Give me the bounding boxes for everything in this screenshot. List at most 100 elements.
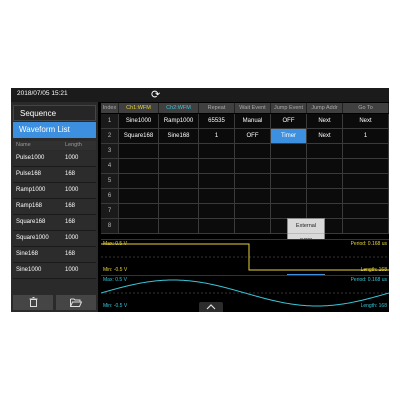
- table-cell[interactable]: [343, 219, 389, 234]
- table-cell[interactable]: [199, 204, 235, 219]
- row-index: 8: [101, 219, 119, 234]
- table-cell[interactable]: [343, 189, 389, 204]
- table-cell[interactable]: [235, 174, 271, 189]
- delete-button[interactable]: [13, 295, 53, 310]
- table-cell[interactable]: [343, 159, 389, 174]
- table-cell[interactable]: 1: [343, 129, 389, 144]
- table-cell[interactable]: [307, 144, 343, 159]
- table-cell[interactable]: Ramp1000: [159, 114, 199, 129]
- table-header-cell: Jump Event: [271, 103, 307, 113]
- table-cell[interactable]: [159, 219, 199, 234]
- table-cell[interactable]: [235, 159, 271, 174]
- waveform-length: 168: [65, 219, 76, 225]
- table-cell[interactable]: [235, 144, 271, 159]
- table-cell[interactable]: [159, 159, 199, 174]
- table-cell[interactable]: [235, 204, 271, 219]
- table-cell[interactable]: [343, 204, 389, 219]
- table-cell[interactable]: [199, 159, 235, 174]
- table-cell[interactable]: [119, 219, 159, 234]
- ch2-waveform-plot: [101, 279, 389, 307]
- table-cell[interactable]: 65535: [199, 114, 235, 129]
- table-cell[interactable]: 1: [199, 129, 235, 144]
- table-header-cell: Ch2:WFM: [159, 103, 199, 113]
- table-header-cell: Jump Addr: [307, 103, 343, 113]
- waveform-name: Ramp168: [16, 203, 43, 209]
- row-index: 2: [101, 129, 119, 144]
- table-cell[interactable]: [307, 159, 343, 174]
- table-cell[interactable]: [159, 174, 199, 189]
- waveform-list-item[interactable]: Square1000 1000: [13, 231, 96, 247]
- tab-sequence[interactable]: Sequence: [13, 105, 96, 121]
- table-cell[interactable]: Next: [307, 114, 343, 129]
- ch2-waveform-preview: Max: 0.5 V Min: -0.5 V Period: 0.168 us …: [101, 275, 389, 310]
- ch1-length: Length: 168: [360, 267, 387, 273]
- table-cell[interactable]: [159, 144, 199, 159]
- table-cell[interactable]: [271, 159, 307, 174]
- table-cell[interactable]: Sine168: [159, 129, 199, 144]
- table-cell[interactable]: [199, 189, 235, 204]
- trash-icon: [29, 297, 37, 307]
- table-cell[interactable]: [119, 204, 159, 219]
- table-cell[interactable]: [271, 204, 307, 219]
- table-cell[interactable]: [199, 174, 235, 189]
- row-index: 7: [101, 204, 119, 219]
- tab-waveform-list[interactable]: Waveform List: [13, 122, 96, 138]
- table-cell[interactable]: Sine1000: [119, 114, 159, 129]
- waveform-name: Square168: [16, 219, 46, 225]
- status-bar: 2018/07/05 15:21 ⟳: [11, 88, 389, 102]
- table-cell[interactable]: [159, 204, 199, 219]
- table-cell[interactable]: [119, 174, 159, 189]
- table-cell[interactable]: OFF: [235, 129, 271, 144]
- table-cell[interactable]: [307, 174, 343, 189]
- ch1-waveform-preview: Max: 0.5 V Min: -0.5 V Period: 0.168 us …: [101, 239, 389, 274]
- table-cell[interactable]: Manual: [235, 114, 271, 129]
- waveform-length: 168: [65, 171, 76, 177]
- table-cell[interactable]: Next: [343, 114, 389, 129]
- ch2-min: Min: -0.5 V: [103, 303, 128, 309]
- instrument-screen: 2018/07/05 15:21 ⟳ Sequence Waveform Lis…: [11, 88, 389, 312]
- table-cell[interactable]: Next: [307, 129, 343, 144]
- dropdown-option[interactable]: External: [288, 219, 324, 234]
- ch1-period: Period: 0.168 us: [350, 241, 387, 247]
- table-cell[interactable]: [199, 144, 235, 159]
- ch2-period: Period: 0.168 us: [350, 277, 387, 283]
- row-index: 5: [101, 174, 119, 189]
- waveform-list-item[interactable]: Pulse168 168: [13, 167, 96, 183]
- sync-icon[interactable]: ⟳: [151, 88, 160, 102]
- waveform-name: Square1000: [16, 235, 49, 241]
- table-cell[interactable]: [343, 174, 389, 189]
- waveform-list-item[interactable]: Square168 168: [13, 215, 96, 231]
- waveform-length: 168: [65, 203, 76, 209]
- table-cell[interactable]: [307, 189, 343, 204]
- collapse-button[interactable]: [199, 302, 223, 312]
- waveform-list-header: Name Length: [13, 141, 96, 150]
- table-cell[interactable]: [119, 159, 159, 174]
- table-cell[interactable]: [119, 144, 159, 159]
- waveform-list-item[interactable]: Pulse1000 1000: [13, 151, 96, 167]
- waveform-list-item[interactable]: Sine168 168: [13, 247, 96, 263]
- table-cell[interactable]: OFF: [271, 114, 307, 129]
- col-length: Length: [65, 142, 82, 148]
- table-cell[interactable]: Timer: [271, 129, 307, 144]
- open-button[interactable]: [56, 295, 96, 310]
- waveform-list-footer: [13, 295, 96, 310]
- waveform-name: Sine1000: [16, 267, 42, 273]
- waveform-name: Sine168: [16, 251, 39, 257]
- table-cell[interactable]: [307, 204, 343, 219]
- table-cell[interactable]: [271, 144, 307, 159]
- table-cell[interactable]: [343, 144, 389, 159]
- table-header-cell: Repeat: [199, 103, 235, 113]
- table-cell[interactable]: [235, 219, 271, 234]
- table-cell[interactable]: [119, 189, 159, 204]
- waveform-list-item[interactable]: Ramp168 168: [13, 199, 96, 215]
- table-header-cell: Go To: [343, 103, 389, 113]
- table-cell[interactable]: [271, 189, 307, 204]
- waveform-list-item[interactable]: Ramp1000 1000: [13, 183, 96, 199]
- table-cell[interactable]: [199, 219, 235, 234]
- table-cell[interactable]: [159, 189, 199, 204]
- table-cell[interactable]: [235, 189, 271, 204]
- waveform-list-item[interactable]: Sine1000 1000: [13, 263, 96, 279]
- table-cell[interactable]: [271, 174, 307, 189]
- table-cell[interactable]: Square168: [119, 129, 159, 144]
- table-header-cell: Index: [101, 103, 119, 113]
